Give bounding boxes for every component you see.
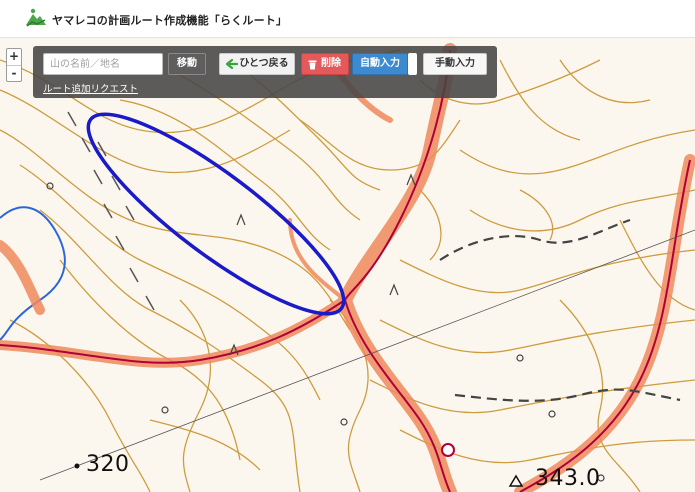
undo-button[interactable]: ひとつ戻る bbox=[219, 53, 295, 75]
delete-button[interactable]: 削除 bbox=[301, 53, 349, 75]
route-request-link[interactable]: ルート追加リクエスト bbox=[43, 81, 138, 95]
mode-toggle-knob[interactable] bbox=[408, 53, 417, 75]
green-arrow-left-icon bbox=[226, 59, 238, 69]
app-header: ヤマレコの計画ルート作成機能「らくルート」 bbox=[0, 0, 695, 38]
zoom-control: + - bbox=[6, 48, 22, 82]
elevation-label-320: 320 bbox=[86, 452, 130, 477]
auto-input-button[interactable]: 自動入力 bbox=[352, 53, 408, 75]
move-button[interactable]: 移動 bbox=[168, 53, 206, 75]
elevation-label-343: 343.0 bbox=[535, 466, 601, 491]
route-toolbar: 移動 ひとつ戻る 削除 自動入力 手動入力 ルート追加リクエスト bbox=[33, 46, 497, 98]
place-search-input[interactable] bbox=[43, 53, 163, 75]
mountain-route-icon bbox=[26, 8, 46, 27]
zoom-out-button[interactable]: - bbox=[7, 66, 21, 82]
page-title: ヤマレコの計画ルート作成機能「らくルート」 bbox=[52, 14, 288, 27]
trash-icon bbox=[308, 60, 317, 70]
map-canvas[interactable] bbox=[0, 38, 695, 492]
undo-button-label: ひとつ戻る bbox=[239, 58, 289, 69]
elevation-point-dot bbox=[74, 463, 80, 469]
delete-button-label: 削除 bbox=[321, 58, 341, 69]
zoom-in-button[interactable]: + bbox=[7, 49, 21, 66]
route-waypoint-marker[interactable] bbox=[441, 443, 455, 457]
manual-input-button[interactable]: 手動入力 bbox=[423, 53, 487, 75]
topographic-map[interactable]: 320 343.0 bbox=[0, 38, 695, 492]
